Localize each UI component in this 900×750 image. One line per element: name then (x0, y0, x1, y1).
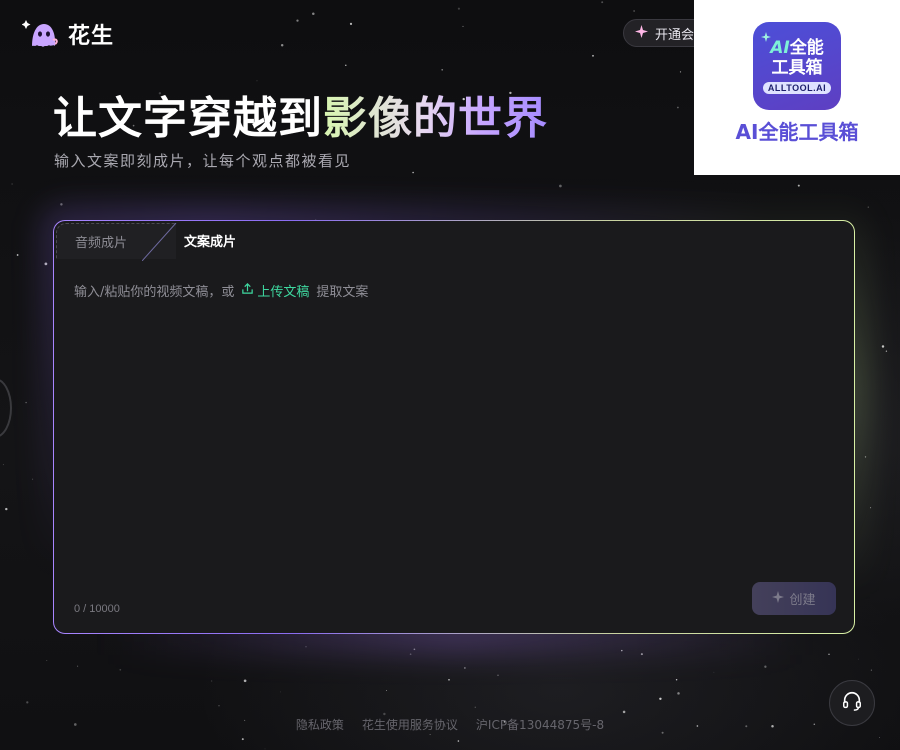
brand-logo[interactable]: 花生 (21, 16, 115, 52)
sparkle-icon (635, 24, 648, 42)
ad-logo-ai: AI (770, 38, 790, 58)
footer-link-icp[interactable]: 沪ICP备13044875号-8 (476, 716, 604, 733)
footer-link-terms[interactable]: 花生使用服务协议 (362, 716, 458, 733)
tab-script-to-video[interactable]: 文案成片 (184, 231, 236, 250)
script-input-card: 音频成片 文案成片 输入/粘贴你的视频文稿，或 上传文稿 提取文案 0 / 10… (53, 220, 855, 634)
character-counter: 0 / 10000 (74, 603, 120, 615)
ad-logo-badge: ALLTOOL.AI (762, 82, 832, 94)
alltool-logo: AI全能 工具箱 ALLTOOL.AI (753, 22, 841, 110)
prompt-suffix: 提取文案 (316, 285, 369, 300)
script-textarea[interactable]: 输入/粘贴你的视频文稿，或 上传文稿 提取文案 (74, 281, 368, 300)
create-button[interactable]: 创建 (752, 582, 836, 615)
customer-support-button[interactable] (829, 680, 875, 726)
upload-script-link[interactable]: 上传文稿 (241, 281, 309, 300)
sparkle-icon (772, 590, 785, 607)
ad-banner[interactable]: AI全能 工具箱 ALLTOOL.AI AI全能工具箱 (694, 0, 900, 175)
hero-subtitle: 输入文案即刻成片，让每个观点都被看见 (54, 152, 352, 170)
brand-name: 花生 (68, 24, 115, 49)
hero-title-plain: 让文字穿越到 (53, 93, 323, 144)
tab-script-label: 文案成片 (184, 235, 237, 250)
footer: 隐私政策 花生使用服务协议 沪ICP备13044875号-8 (0, 716, 900, 733)
tab-audio-label: 音频成片 (75, 236, 128, 251)
ghost-logo-icon (21, 16, 60, 52)
ad-logo-line2: 工具箱 (771, 58, 823, 78)
decorative-ring (0, 378, 12, 438)
tab-divider (142, 223, 177, 261)
hero-title: 让文字穿越到影像的世界 (53, 82, 548, 146)
upload-label: 上传文稿 (257, 285, 310, 300)
ad-logo-line1: 全能 (789, 38, 824, 58)
footer-link-privacy[interactable]: 隐私政策 (296, 716, 344, 733)
tab-strip: 音频成片 文案成片 (54, 221, 854, 261)
ad-caption: AI全能工具箱 (735, 120, 859, 144)
hero-title-gradient: 影像的世界 (323, 93, 548, 144)
prompt-prefix: 输入/粘贴你的视频文稿，或 (74, 285, 235, 300)
page: 花生 开通会员 AI全能 工具箱 ALLTOOL.AI AI全能工具箱 让文字穿… (0, 0, 900, 750)
headset-icon (841, 690, 863, 717)
upload-icon (241, 282, 254, 299)
create-label: 创建 (789, 593, 816, 608)
